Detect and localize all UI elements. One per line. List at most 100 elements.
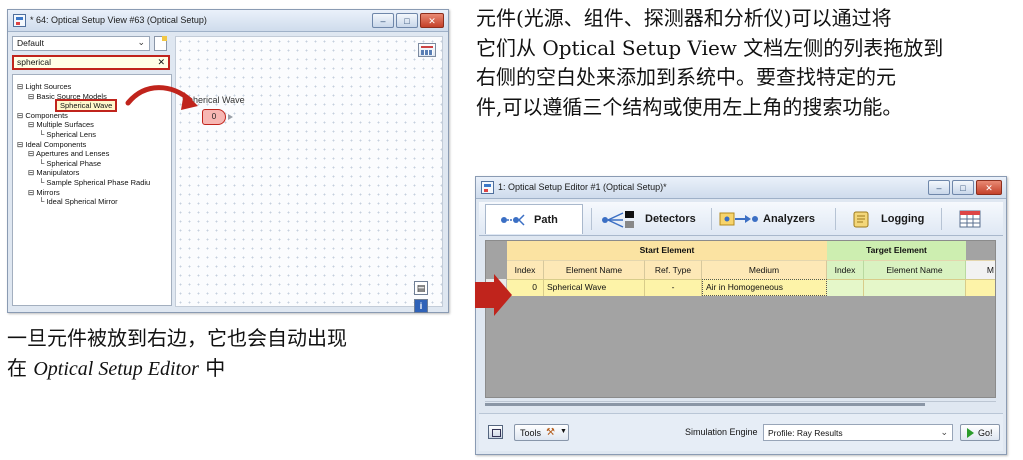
tab-label: Logging bbox=[881, 213, 925, 225]
cell-element-name[interactable]: Spherical Wave bbox=[544, 279, 645, 296]
go-button[interactable]: Go! bbox=[960, 424, 1000, 441]
tree-item-label: Manipulators bbox=[36, 168, 80, 178]
output-port-icon[interactable] bbox=[228, 114, 233, 120]
logging-icon bbox=[853, 211, 869, 228]
new-document-icon[interactable] bbox=[154, 36, 167, 51]
caption-prefix: 在 bbox=[7, 356, 34, 380]
tree-item[interactable]: ⊟ Multiple Surfaces bbox=[28, 120, 94, 129]
maximize-icon: □ bbox=[404, 16, 410, 26]
tab-detectors[interactable]: Detectors bbox=[597, 204, 707, 234]
maximize-button[interactable]: □ bbox=[952, 180, 974, 195]
3d-view-icon[interactable] bbox=[488, 425, 503, 439]
optical-setup-icon bbox=[481, 181, 494, 194]
caption-emphasis: Optical Setup Editor bbox=[33, 358, 199, 380]
chevron-down-icon: ⌄ bbox=[940, 427, 948, 437]
close-icon: ✕ bbox=[985, 183, 993, 193]
start-element-group-header: Start Element bbox=[507, 241, 827, 260]
tree-item[interactable]: ⊟ Manipulators bbox=[28, 168, 79, 177]
close-button[interactable]: ✕ bbox=[976, 180, 1002, 195]
column-header-truncated[interactable]: M bbox=[966, 260, 995, 279]
caption-line: 一旦元件被放到右边，它也会自动出现 bbox=[7, 326, 347, 350]
info-icon[interactable]: i bbox=[414, 299, 428, 313]
tree-item-label: Multiple Surfaces bbox=[36, 120, 94, 130]
column-header-ref-type[interactable]: Ref. Type bbox=[645, 260, 702, 279]
cell-target-element-name[interactable] bbox=[864, 279, 966, 296]
horizontal-scrollbar[interactable] bbox=[485, 401, 996, 407]
title-bar[interactable]: * 64: Optical Setup View #63 (Optical Se… bbox=[8, 10, 448, 32]
tree-item[interactable]: ⊟ Mirrors bbox=[28, 188, 60, 197]
column-header-target-index[interactable]: Index bbox=[827, 260, 864, 279]
setup-canvas[interactable]: Spherical Wave 0 ▤ i bbox=[175, 36, 443, 313]
tree-item[interactable]: └ Ideal Spherical Mirror bbox=[39, 197, 118, 206]
column-header-medium[interactable]: Medium bbox=[702, 260, 827, 279]
scrollbar-thumb[interactable] bbox=[485, 403, 925, 406]
cell-ref-type[interactable]: - bbox=[645, 279, 702, 296]
tools-icon: ⚒ bbox=[546, 427, 555, 438]
cell-medium[interactable]: Air in Homogeneous bbox=[702, 279, 827, 296]
tab-label: Analyzers bbox=[763, 213, 815, 225]
tree-item[interactable]: └ Sample Spherical Phase Radiu bbox=[39, 178, 150, 187]
table-settings-icon[interactable] bbox=[959, 210, 981, 228]
simulation-engine-value: Profile: Ray Results bbox=[768, 428, 843, 438]
tree-item[interactable]: ⊟ Ideal Components bbox=[17, 140, 86, 149]
catalog-tree: ⊟ Light Sources ⊟ Basic Source Models Sphe… bbox=[12, 74, 172, 306]
close-button[interactable]: ✕ bbox=[420, 13, 444, 28]
tree-item[interactable]: └ Spherical Lens bbox=[39, 130, 96, 139]
row-header[interactable] bbox=[486, 279, 507, 296]
target-element-group-header: Target Element bbox=[827, 241, 966, 260]
window-title: 1: Optical Setup Editor #1 (Optical Setu… bbox=[498, 182, 667, 192]
simulation-engine-dropdown[interactable]: Profile: Ray Results ⌄ bbox=[763, 424, 953, 441]
corner-cell bbox=[486, 241, 507, 260]
title-bar[interactable]: 1: Optical Setup Editor #1 (Optical Setu… bbox=[476, 177, 1006, 199]
description-paragraph: 元件(光源、组件、探测器和分析仪)可以通过将 它们从 Optical Setup… bbox=[476, 4, 1016, 122]
canvas-element-spherical-wave[interactable]: 0 bbox=[202, 109, 226, 125]
optical-setup-view-window: * 64: Optical Setup View #63 (Optical Se… bbox=[7, 9, 449, 313]
tab-logging[interactable]: Logging bbox=[841, 204, 937, 234]
minimize-button[interactable]: – bbox=[372, 13, 394, 28]
tree-item[interactable]: └ Spherical Phase bbox=[39, 159, 101, 168]
tree-item[interactable]: ⊟ Components bbox=[17, 111, 68, 120]
paragraph-line: 元件(光源、组件、探测器和分析仪)可以通过将 bbox=[476, 6, 892, 30]
tree-item-label: Components bbox=[25, 110, 68, 120]
column-header-element-name[interactable]: Element Name bbox=[544, 260, 645, 279]
tab-divider bbox=[941, 208, 942, 230]
tab-divider bbox=[591, 208, 592, 230]
caption-line: 在 Optical Setup Editor 中 bbox=[7, 353, 452, 384]
catalog-panel: Default ⌄ spherical ✕ ⊟ Light Sources ⊟ B… bbox=[12, 36, 172, 307]
figure-caption: 一旦元件被放到右边，它也会自动出现 在 Optical Setup Editor… bbox=[7, 323, 452, 384]
cell-truncated[interactable] bbox=[966, 279, 995, 296]
tree-item-label: Spherical Wave bbox=[60, 101, 113, 111]
column-header-index[interactable]: Index bbox=[507, 260, 544, 279]
path-table[interactable]: Start Element Target Element Index Eleme… bbox=[485, 240, 996, 398]
tab-divider bbox=[711, 208, 712, 230]
tree-item-label: Apertures and Lenses bbox=[35, 149, 110, 159]
tree-item[interactable]: ⊟ Apertures and Lenses bbox=[28, 149, 109, 158]
column-header-target-element-name[interactable]: Element Name bbox=[864, 260, 966, 279]
tree-item[interactable]: ⊟ Light Sources bbox=[17, 82, 71, 91]
preset-dropdown[interactable]: Default ⌄ bbox=[12, 36, 150, 51]
paragraph-line: 右侧的空白处来添加到系统中。要查找特定的元 bbox=[476, 65, 896, 89]
minimize-icon: – bbox=[936, 183, 942, 193]
tree-item-label: Light Sources bbox=[25, 82, 72, 91]
cell-target-index[interactable] bbox=[827, 279, 864, 296]
caption-suffix: 中 bbox=[198, 356, 226, 380]
analyzers-icon bbox=[719, 212, 758, 226]
collapse-icon[interactable]: ⊟ bbox=[28, 149, 36, 158]
search-input[interactable]: spherical ✕ bbox=[12, 55, 170, 70]
chevron-down-icon: ⌄ bbox=[137, 37, 145, 47]
paragraph-line: 件,可以遵循三个结构或使用左上角的搜索功能。 bbox=[476, 94, 903, 119]
search-value: spherical bbox=[17, 57, 52, 67]
clear-search-icon[interactable]: ✕ bbox=[157, 57, 165, 68]
table-view-icon[interactable] bbox=[418, 43, 436, 57]
cell-index[interactable]: 0 bbox=[507, 279, 544, 296]
minimize-button[interactable]: – bbox=[928, 180, 950, 195]
paragraph-line: 它们从 Optical Setup View 文档左侧的列表拖放到 bbox=[476, 35, 944, 60]
window-title: * 64: Optical Setup View #63 (Optical Se… bbox=[30, 15, 207, 25]
maximize-button[interactable]: □ bbox=[396, 13, 418, 28]
tree-item-label: Sample Spherical Phase Radiu bbox=[46, 178, 151, 187]
tab-path[interactable]: Path bbox=[485, 204, 583, 234]
tools-button[interactable]: Tools ⚒ ▼ bbox=[514, 424, 569, 441]
tab-analyzers[interactable]: Analyzers bbox=[717, 204, 829, 234]
document-icon[interactable]: ▤ bbox=[414, 281, 428, 295]
simulation-engine-label: Simulation Engine bbox=[685, 427, 758, 437]
